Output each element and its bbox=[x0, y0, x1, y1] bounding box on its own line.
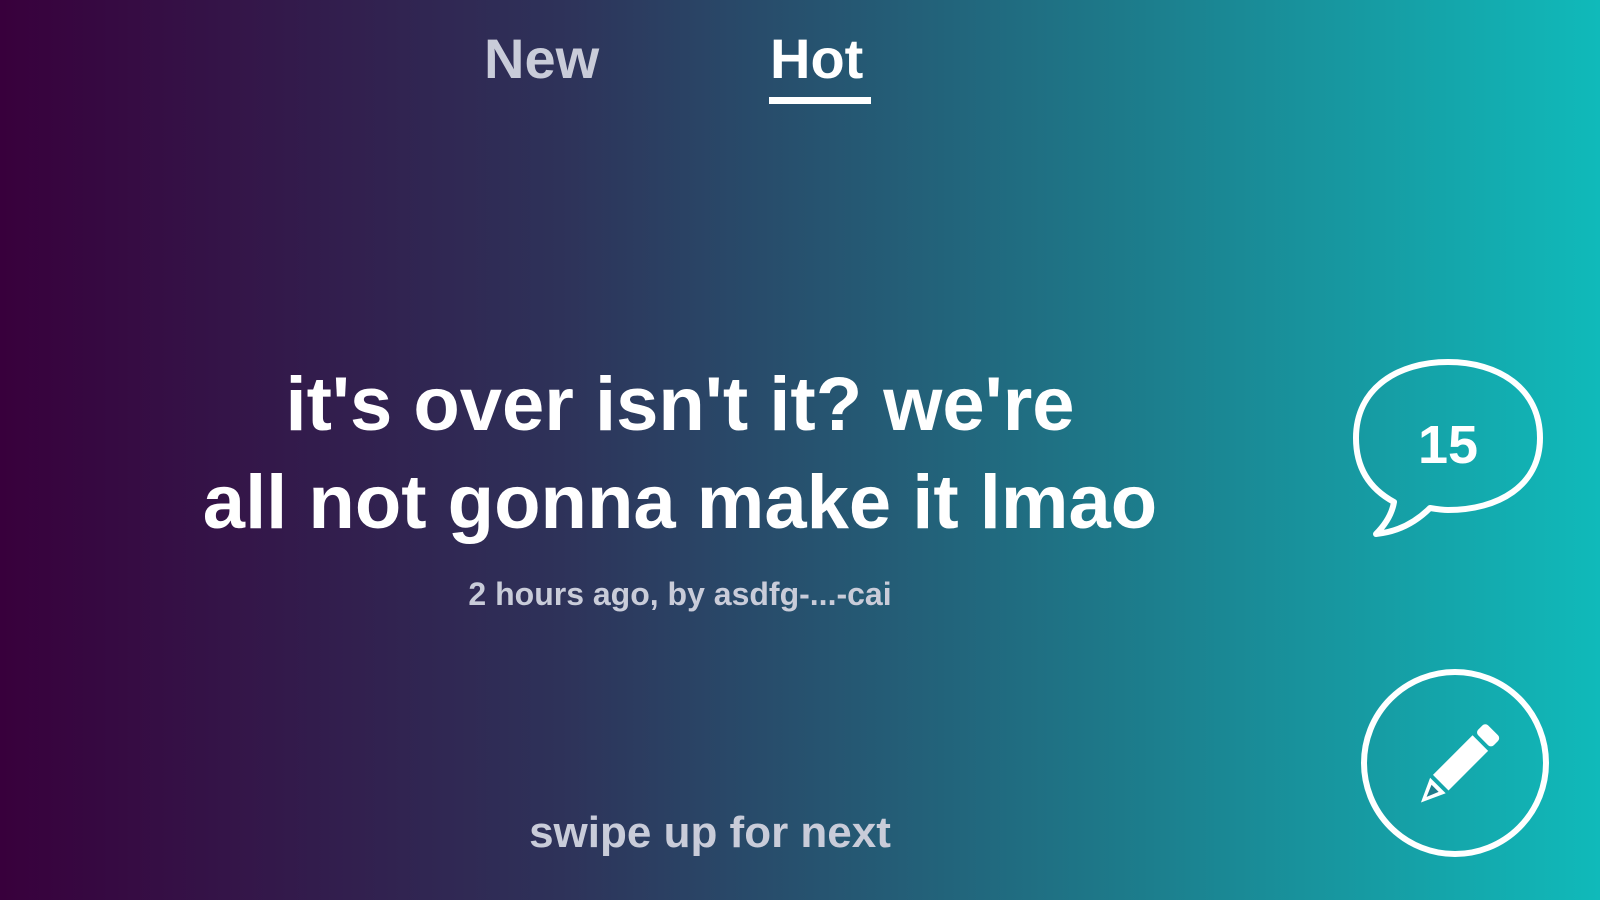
post-title: it's over isn't it? we're all not gonna … bbox=[100, 356, 1260, 552]
feed-tabs: New Hot bbox=[0, 24, 1600, 104]
post-meta: 2 hours ago, by asdfg-...-cai bbox=[468, 576, 892, 612]
tab-hot[interactable]: Hot bbox=[770, 24, 863, 94]
post-title-line-2: all not gonna make it lmao bbox=[202, 460, 1158, 545]
tab-new[interactable]: New bbox=[484, 24, 599, 94]
active-tab-indicator bbox=[769, 97, 871, 104]
post-card: it's over isn't it? we're all not gonna … bbox=[100, 356, 1260, 614]
swipe-hint: swipe up for next bbox=[529, 808, 891, 857]
comment-count: 15 bbox=[1417, 415, 1479, 475]
post-title-line-1: it's over isn't it? we're bbox=[285, 362, 1075, 447]
pencil-icon bbox=[1420, 724, 1500, 803]
comments-button[interactable]: 15 bbox=[1352, 358, 1548, 544]
